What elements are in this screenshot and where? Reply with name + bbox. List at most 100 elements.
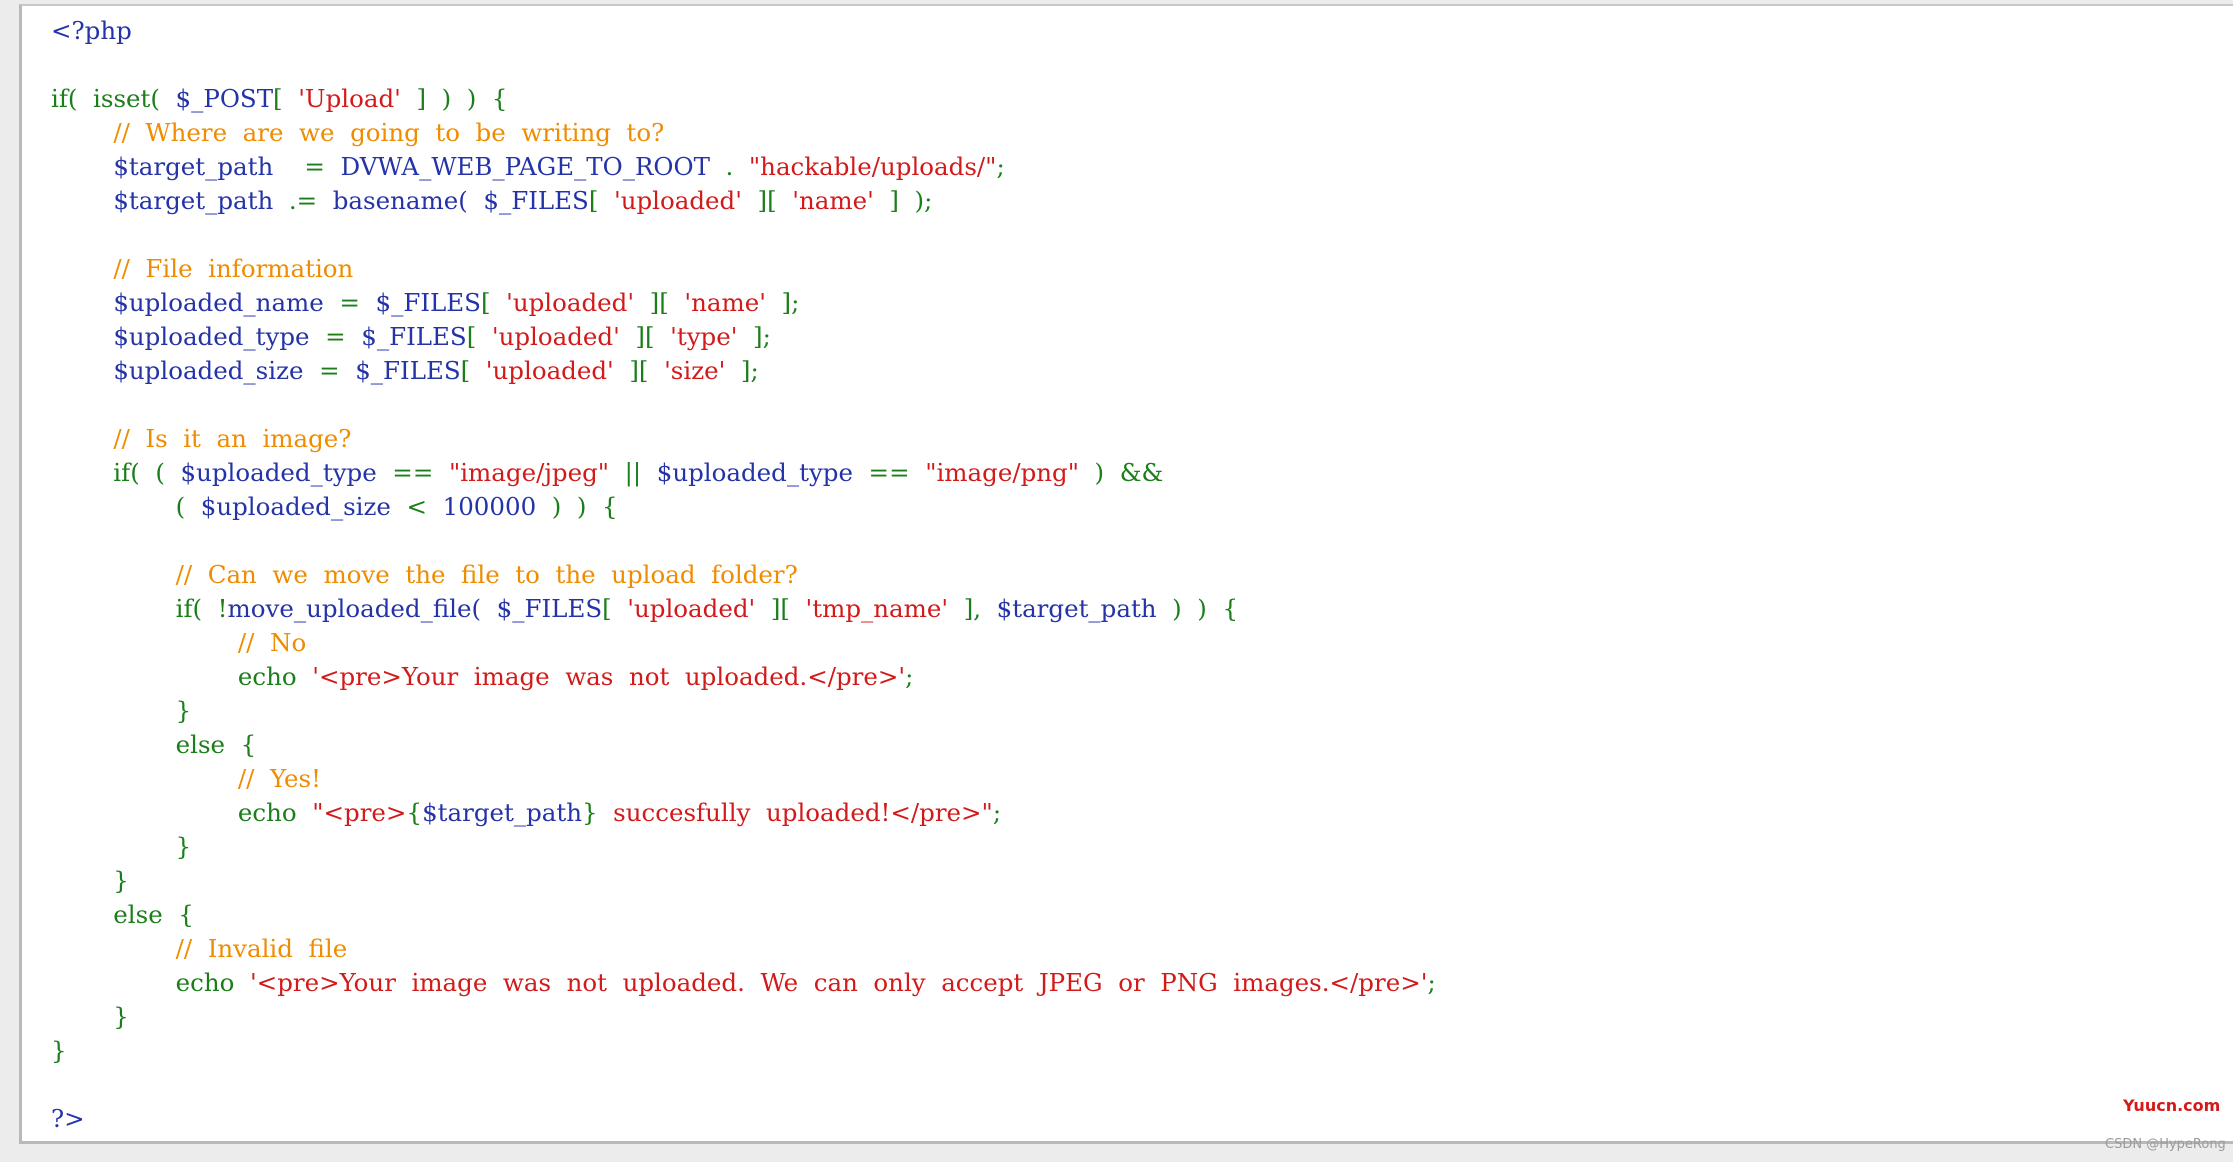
code-token: [ [273, 84, 299, 113]
code-token: $_FILES [483, 186, 589, 215]
code-token: ] ); [873, 186, 933, 215]
code-line: // Is it an image? [51, 422, 1436, 456]
code-token: } [51, 866, 129, 895]
code-token: if( ! [51, 594, 228, 623]
code-token: = [273, 152, 341, 181]
code-token: 100000 [442, 492, 537, 521]
code-viewer-panel: <?php if( isset( $_POST[ 'Upload' ] ) ) {… [19, 4, 2233, 1144]
code-token: ; [992, 798, 1002, 827]
code-token: [ [480, 288, 507, 317]
code-token: '<pre>Your image was not uploaded. We ca… [249, 968, 1428, 997]
code-token: ][ [634, 288, 685, 317]
code-token: [ [602, 594, 628, 623]
code-token: // Yes! [237, 764, 321, 793]
code-line: $uploaded_name = $_FILES[ 'uploaded' ][ … [51, 286, 1436, 320]
code-token: == [376, 458, 449, 487]
code-token: ) && [1078, 458, 1164, 487]
code-line: } [51, 694, 1436, 728]
code-token: $uploaded_size [113, 356, 304, 385]
code-token: echo [51, 662, 313, 691]
code-token: succesfully uploaded!</pre>" [597, 798, 993, 827]
code-token: else { [51, 900, 194, 929]
code-line: else { [51, 728, 1436, 762]
code-token: } [51, 832, 192, 861]
code-token: ?> [51, 1104, 85, 1133]
code-token: move_uploaded_file( [227, 594, 497, 623]
code-token: 'size' [664, 356, 726, 385]
code-token: if( isset( [51, 84, 176, 113]
code-line: // Where are we going to be writing to? [51, 116, 1436, 150]
code-token: 'Upload' [298, 84, 401, 113]
code-token: // Can we move the file to the upload fo… [175, 560, 798, 589]
code-token: ; [1427, 968, 1436, 997]
code-line: if( ( $uploaded_type == "image/jpeg" || … [51, 456, 1436, 490]
code-line: // File information [51, 252, 1436, 286]
code-line: } [51, 1000, 1436, 1034]
code-token: // Is it an image? [113, 424, 352, 453]
code-token: .= [273, 186, 333, 215]
code-token: // No [237, 628, 307, 657]
code-token: } [582, 798, 598, 827]
code-token: ]; [765, 288, 800, 317]
code-token: $target_path [113, 186, 274, 215]
code-line: } [51, 864, 1436, 898]
code-token: $uploaded_name [113, 288, 324, 317]
code-token: // Where are we going to be writing to? [113, 118, 665, 147]
watermark-brand: Yuucn.com [2123, 1096, 2221, 1115]
code-token: 'uploaded' [613, 186, 742, 215]
code-token: basename( [332, 186, 484, 215]
code-line: // Yes! [51, 762, 1436, 796]
code-line: else { [51, 898, 1436, 932]
code-token: "hackable/uploads/" [748, 152, 997, 181]
code-line: $target_path .= basename( $_FILES[ 'uplo… [51, 184, 1436, 218]
code-token: ]; [737, 322, 771, 351]
code-line: // Can we move the file to the upload fo… [51, 558, 1436, 592]
code-token: $target_path [113, 152, 274, 181]
code-token: echo [51, 968, 250, 997]
code-token: ( [51, 492, 201, 521]
code-token: == [852, 458, 926, 487]
code-token: $_FILES [375, 288, 481, 317]
code-token: '<pre>Your image was not uploaded.</pre>… [312, 662, 906, 691]
code-line: // Invalid file [51, 932, 1436, 966]
code-token: = [309, 322, 362, 351]
code-token: } [51, 1036, 67, 1065]
code-token: // Invalid file [175, 934, 348, 963]
code-token: DVWA_WEB_PAGE_TO_ROOT [340, 152, 710, 181]
code-token: 'uploaded' [491, 322, 620, 351]
code-token: $uploaded_type [180, 458, 377, 487]
code-token: $_FILES [361, 322, 467, 351]
code-token: "image/png" [925, 458, 1079, 487]
code-token: } [51, 1002, 129, 1031]
code-token: } [51, 696, 192, 725]
code-token: "<pre> [312, 798, 407, 827]
code-token: ] ) ) { [400, 84, 508, 113]
code-token: $target_path [996, 594, 1157, 623]
code-token: 'tmp_name' [805, 594, 949, 623]
code-token: $target_path [422, 798, 583, 827]
code-token: ; [996, 152, 1005, 181]
code-line: echo "<pre>{$target_path} succesfully up… [51, 796, 1436, 830]
code-line: ( $uploaded_size < 100000 ) ) { [51, 490, 1436, 524]
code-token: ]; [725, 356, 759, 385]
code-token: $uploaded_size [200, 492, 391, 521]
code-line: $uploaded_type = $_FILES[ 'uploaded' ][ … [51, 320, 1436, 354]
code-token: [ [466, 322, 492, 351]
code-token: 'type' [670, 322, 738, 351]
code-token: 'name' [792, 186, 874, 215]
